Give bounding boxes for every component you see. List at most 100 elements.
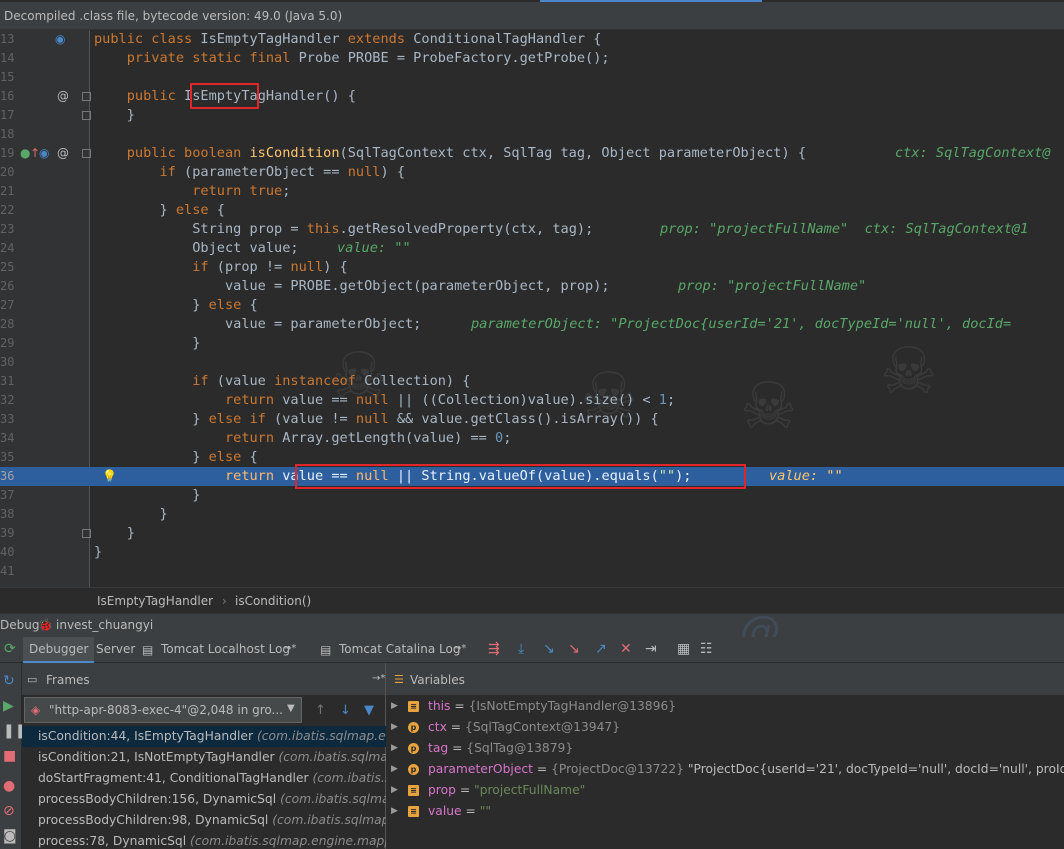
- code-line[interactable]: 38 }: [0, 505, 1064, 524]
- fold-marker-icon[interactable]: [82, 92, 91, 101]
- previous-frame-icon[interactable]: ↑: [315, 703, 326, 718]
- code-line[interactable]: 14 private static final Probe PROBE = Pr…: [0, 49, 1064, 68]
- breadcrumb-class[interactable]: IsEmptyTagHandler: [97, 594, 213, 608]
- expand-arrow-icon[interactable]: ▶: [391, 717, 398, 738]
- expand-arrow-icon[interactable]: ▶: [391, 780, 398, 801]
- variable-row[interactable]: ▶ p ctx = {SqlTagContext@13947}: [386, 717, 1064, 738]
- code-line[interactable]: 21 return true;: [0, 182, 1064, 201]
- stack-frame-row[interactable]: isCondition:44, IsEmptyTagHandler (com.i…: [22, 726, 386, 747]
- variables-title: Variables: [410, 673, 465, 687]
- drop-frame-icon[interactable]: ✕: [620, 641, 632, 657]
- code-line[interactable]: 41: [0, 562, 1064, 581]
- code-line[interactable]: 20 if (parameterObject == null) {: [0, 163, 1064, 182]
- variable-row[interactable]: ▶ ≡ prop = "projectFullName": [386, 780, 1064, 801]
- expand-arrow-icon[interactable]: ▶: [391, 801, 398, 822]
- next-frame-icon[interactable]: ↓: [340, 703, 351, 718]
- code-line[interactable]: 27 } else {: [0, 296, 1064, 315]
- breadcrumb-separator-icon: ›: [222, 594, 227, 608]
- annotation-at-icon[interactable]: @: [57, 144, 69, 163]
- field-list-icon: ≡: [408, 785, 419, 796]
- parameter-icon: p: [408, 743, 419, 754]
- mute-breakpoints-icon[interactable]: ⊘: [3, 803, 15, 819]
- force-step-into-icon[interactable]: ↘: [568, 641, 580, 657]
- resume-icon[interactable]: ▶: [3, 698, 14, 714]
- breadcrumb-method[interactable]: isCondition(): [235, 594, 311, 608]
- step-into-icon[interactable]: ↘: [543, 641, 555, 657]
- code-line[interactable]: 17 }: [0, 106, 1064, 125]
- code-line[interactable]: 40 }: [0, 543, 1064, 562]
- view-breakpoints-icon[interactable]: ●: [3, 778, 15, 794]
- code-line[interactable]: 33 } else if (value != null && value.get…: [0, 410, 1064, 429]
- expand-arrow-icon[interactable]: ▶: [391, 759, 398, 780]
- stack-frame-row[interactable]: doStartFragment:41, ConditionalTagHandle…: [22, 768, 386, 789]
- evaluate-icon[interactable]: ▦: [677, 641, 690, 657]
- frames-title: Frames: [46, 673, 90, 687]
- stack-frame-row[interactable]: processBodyChildren:156, DynamicSql (com…: [22, 789, 386, 810]
- debug-label[interactable]: Debug: [0, 618, 39, 632]
- line-number: 37: [0, 488, 15, 502]
- code-line[interactable]: 26 value = PROBE.getObject(parameterObje…: [0, 277, 1064, 296]
- debug-config-name[interactable]: invest_chuangyi: [56, 618, 153, 632]
- rerun-icon[interactable]: ↻: [3, 673, 15, 689]
- fold-marker-icon[interactable]: [82, 111, 91, 120]
- tab-debugger[interactable]: Debugger: [23, 637, 95, 663]
- code-line[interactable]: 31 if (value instanceof Collection) {: [0, 372, 1064, 391]
- code-line[interactable]: 25 if (prop != null) {: [0, 258, 1064, 277]
- line-number: 35: [0, 450, 15, 464]
- variable-row[interactable]: ▶ ≡ value = "": [386, 801, 1064, 822]
- chevron-down-icon[interactable]: ▼: [287, 703, 295, 714]
- code-line[interactable]: 32 return value == null || ((Collection)…: [0, 391, 1064, 410]
- run-to-cursor-icon[interactable]: ⇥: [645, 641, 657, 657]
- step-out-icon[interactable]: ↗: [595, 641, 607, 657]
- variable-row[interactable]: ▶ p tag = {SqlTag@13879}: [386, 738, 1064, 759]
- stack-frame-row[interactable]: processBodyChildren:98, DynamicSql (com.…: [22, 810, 386, 831]
- stack-frame-row[interactable]: process:78, DynamicSql (com.ibatis.sqlma…: [22, 831, 386, 849]
- annotation-at-icon[interactable]: @: [57, 87, 69, 106]
- variable-row[interactable]: ▶ ≡ this = {IsNotEmptyTagHandler@13896}: [386, 696, 1064, 717]
- code-line[interactable]: 22 } else {: [0, 201, 1064, 220]
- variable-row[interactable]: ▶ p parameterObject = {ProjectDoc@13722}…: [386, 759, 1064, 780]
- tab-server[interactable]: Server: [90, 637, 141, 663]
- line-number: 34: [0, 431, 15, 445]
- pin-icon[interactable]: →*: [372, 673, 385, 684]
- code-text: }: [94, 335, 201, 351]
- code-line[interactable]: 37 }: [0, 486, 1064, 505]
- line-number: 39: [0, 526, 15, 540]
- code-line[interactable]: 34 return Array.getLength(value) == 0;: [0, 429, 1064, 448]
- code-line[interactable]: 19 ● ↑ ◉ @ public boolean isCondition(Sq…: [0, 144, 1064, 163]
- code-line[interactable]: 16 @ public IsEmptyTagHandler() {: [0, 87, 1064, 106]
- stack-frame-row[interactable]: isCondition:21, IsNotEmptyTagHandler (co…: [22, 747, 386, 768]
- debug-toolbar: ⟳ Debugger Server ▤ Tomcat Localhost Log…: [0, 637, 1064, 663]
- thread-selector[interactable]: ◈ "http-apr-8083-exec-4"@2,048 in gro...…: [24, 697, 302, 723]
- expand-arrow-icon[interactable]: ▶: [391, 738, 398, 759]
- fold-marker-icon[interactable]: [82, 149, 91, 158]
- stop-icon[interactable]: ■: [3, 748, 16, 764]
- implemented-icon[interactable]: ◉: [39, 144, 49, 163]
- code-text: if (parameterObject == null) {: [94, 164, 406, 180]
- implements-icon[interactable]: ◉: [55, 30, 65, 49]
- fold-marker-icon[interactable]: [82, 529, 91, 538]
- code-line[interactable]: 15: [0, 68, 1064, 87]
- camera-icon[interactable]: ◙: [3, 828, 17, 844]
- code-line[interactable]: 24 Object value; value: "": [0, 239, 1064, 258]
- pin-icon[interactable]: →*: [453, 641, 466, 657]
- code-editor[interactable]: ☠ ☠ ☠ ☠ 13 ◉ public class IsEmptyTagHand…: [0, 30, 1064, 587]
- tab-tomcat-localhost-log[interactable]: Tomcat Localhost Log: [155, 637, 296, 663]
- overrides-icon[interactable]: ●: [20, 144, 30, 163]
- tab-tomcat-catalina-log[interactable]: Tomcat Catalina Log: [333, 637, 466, 663]
- code-line[interactable]: 29 }: [0, 334, 1064, 353]
- filter-icon[interactable]: ▼: [364, 703, 374, 718]
- expand-arrow-icon[interactable]: ▶: [391, 696, 398, 717]
- code-text: }: [94, 525, 135, 541]
- code-line[interactable]: 23 String prop = this.getResolvedPropert…: [0, 220, 1064, 239]
- code-line[interactable]: 30: [0, 353, 1064, 372]
- code-line[interactable]: 18: [0, 125, 1064, 144]
- rerun-icon[interactable]: ⟳: [4, 641, 16, 657]
- pin-icon[interactable]: →*: [283, 641, 296, 657]
- code-line[interactable]: 13 ◉ public class IsEmptyTagHandler exte…: [0, 30, 1064, 49]
- code-line[interactable]: 39 }: [0, 524, 1064, 543]
- code-line[interactable]: 28 value = parameterObject; parameterObj…: [0, 315, 1064, 334]
- step-over-icon[interactable]: ⤓: [518, 641, 524, 657]
- settings-grid-icon[interactable]: ☷: [700, 641, 713, 657]
- show-execution-point-icon[interactable]: ⇶: [488, 641, 500, 657]
